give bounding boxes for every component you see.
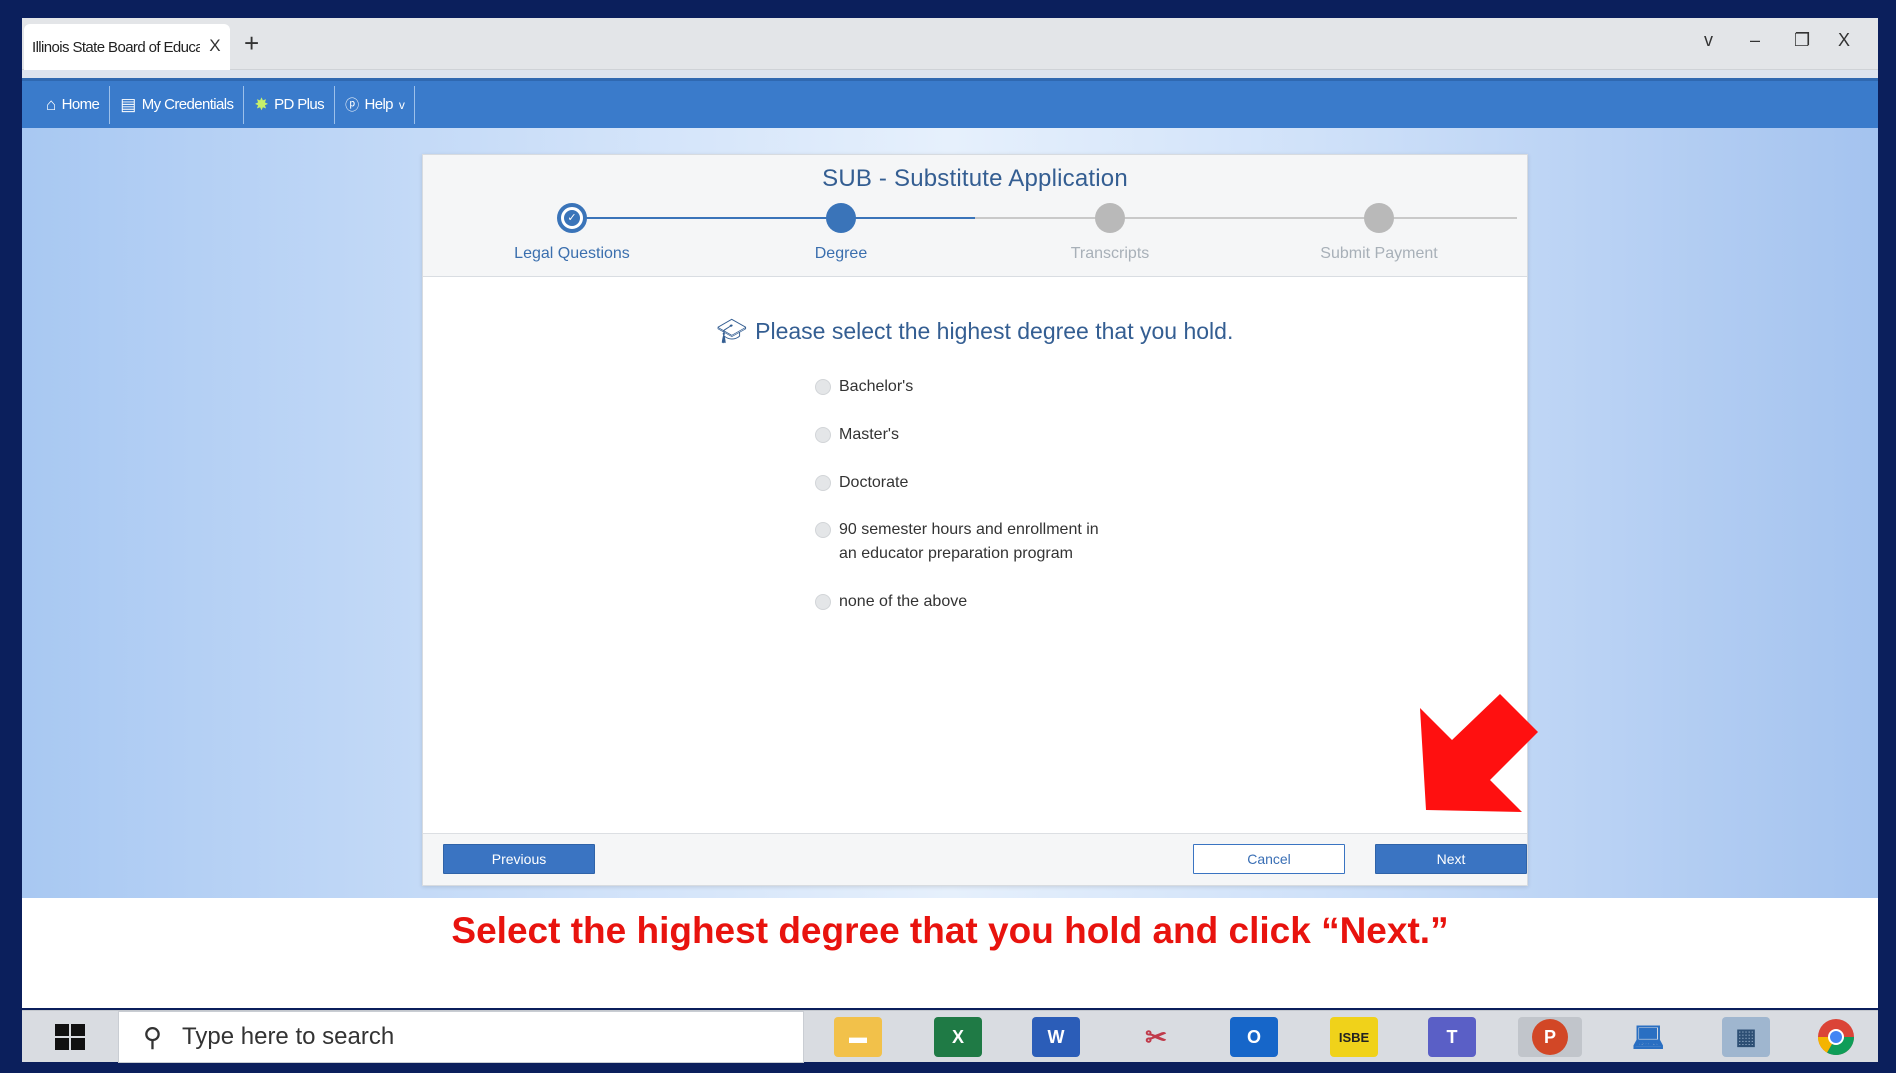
browser-tab[interactable]: Illinois State Board of Education X [24, 24, 230, 70]
step-dot-legal-questions[interactable]: ✓ [557, 203, 587, 233]
option-bachelors[interactable]: Bachelor's [815, 375, 913, 399]
stepper-line-pending [975, 217, 1517, 219]
nav-pd-plus[interactable]: ✸ PD Plus [244, 85, 336, 124]
application-title: SUB - Substitute Application [822, 165, 1128, 192]
help-icon: ⓟ [345, 96, 359, 113]
nav-my-credentials-label: My Credentials [141, 96, 234, 113]
minimize-icon[interactable]: – [1750, 30, 1760, 51]
option-none[interactable]: none of the above [815, 590, 1015, 614]
windows-taskbar: ⚲ Type here to search ▬ X W ✂ O ISBE T P… [22, 1010, 1878, 1063]
restore-icon[interactable]: ❐ [1794, 30, 1810, 51]
radio-masters[interactable] [815, 427, 831, 443]
question-text: Please select the highest degree that yo… [755, 318, 1234, 344]
tab-title: Illinois State Board of Education [32, 38, 200, 56]
nav-my-credentials[interactable]: ▤ My Credentials [110, 85, 245, 124]
file-explorer-icon[interactable]: ▬ [834, 1017, 882, 1057]
browser-tabbar: Illinois State Board of Education X + v … [22, 18, 1878, 70]
application-card: SUB - Substitute Application ✓ Legal Que… [422, 154, 1528, 886]
chrome-logo-icon [1818, 1019, 1854, 1056]
check-icon: ✓ [564, 210, 580, 226]
teams-icon[interactable]: T [1428, 1017, 1476, 1057]
red-arrow-icon [1420, 694, 1538, 812]
laptop-icon[interactable]: 💻︎ [1624, 1017, 1672, 1057]
step-dot-submit-payment [1364, 203, 1394, 233]
nav-pd-plus-label: PD Plus [274, 96, 325, 113]
step-label-legal-questions[interactable]: Legal Questions [472, 245, 672, 263]
card-header: SUB - Substitute Application ✓ Legal Que… [423, 155, 1527, 277]
option-none-label: none of the above [839, 593, 968, 610]
nav-help-label: Help [364, 96, 393, 113]
nav-home[interactable]: ⌂ Home [36, 85, 111, 124]
step-dot-degree[interactable] [826, 203, 856, 233]
slide-frame: Illinois State Board of Education X + v … [22, 18, 1878, 1008]
radio-90-hours[interactable] [815, 522, 831, 538]
chevron-down-icon: v [398, 97, 405, 112]
excel-icon[interactable]: X [934, 1017, 982, 1057]
previous-button[interactable]: Previous [443, 844, 595, 874]
option-doctorate-label: Doctorate [839, 474, 909, 491]
taskbar-search-box[interactable]: ⚲ Type here to search [118, 1011, 804, 1063]
credentials-icon: ▤ [120, 94, 136, 114]
card-footer: Previous Cancel Next [423, 833, 1527, 885]
option-90-hours-line-2: an educator preparation program [839, 545, 1073, 562]
calculator-icon[interactable]: ▦ [1722, 1017, 1770, 1057]
degree-question: 🎓︎ Please select the highest degree that … [423, 317, 1527, 346]
radio-doctorate[interactable] [815, 475, 831, 491]
cancel-button[interactable]: Cancel [1193, 844, 1345, 874]
progress-stepper: ✓ Legal Questions Degree Transcripts Sub… [423, 203, 1527, 273]
option-masters[interactable]: Master's [815, 423, 899, 447]
radio-bachelors[interactable] [815, 379, 831, 395]
radio-none[interactable] [815, 594, 831, 610]
tab-search-icon[interactable]: v [1704, 30, 1713, 51]
nav-accent-bar [22, 70, 1878, 78]
new-tab-icon[interactable]: + [244, 28, 259, 59]
snipping-tool-icon[interactable]: ✂ [1132, 1017, 1180, 1057]
site-navbar: ⌂ Home ▤ My Credentials ✸ PD Plus ⓟ Help… [22, 78, 1878, 128]
lightbulb-icon: ✸ [254, 94, 269, 114]
outlook-icon[interactable]: O [1230, 1017, 1278, 1057]
nav-help[interactable]: ⓟ Help v [335, 85, 416, 124]
graduation-cap-icon: 🎓︎ [716, 318, 748, 345]
option-90-hours[interactable]: 90 semester hours and enrollment in an e… [815, 518, 1115, 566]
option-masters-label: Master's [839, 426, 899, 443]
taskbar-search-placeholder: Type here to search [182, 1023, 395, 1050]
isbe-label: ISBE [1338, 1029, 1370, 1045]
chrome-icon[interactable] [1812, 1017, 1860, 1057]
stepper-line-done [571, 217, 975, 219]
option-90-hours-line-1: 90 semester hours and enrollment in [839, 521, 1099, 538]
step-label-submit-payment: Submit Payment [1320, 245, 1438, 262]
option-bachelors-label: Bachelor's [839, 378, 914, 395]
step-label-transcripts: Transcripts [1070, 245, 1150, 262]
isbe-icon[interactable]: ISBE [1330, 1017, 1378, 1057]
option-doctorate[interactable]: Doctorate [815, 471, 908, 495]
search-icon: ⚲ [143, 1021, 163, 1052]
next-button[interactable]: Next [1375, 844, 1527, 874]
home-icon: ⌂ [46, 94, 56, 114]
step-dot-transcripts [1095, 203, 1125, 233]
close-window-icon[interactable]: X [1838, 30, 1850, 51]
step-label-degree[interactable]: Degree [741, 245, 941, 263]
close-tab-icon[interactable]: X [209, 36, 220, 56]
powerpoint-icon[interactable]: P [1518, 1017, 1582, 1057]
nav-home-label: Home [61, 96, 100, 113]
start-button[interactable] [22, 1011, 118, 1063]
instruction-text: Select the highest degree that you hold … [451, 910, 1449, 951]
windows-logo-icon [55, 1024, 85, 1050]
word-icon[interactable]: W [1032, 1017, 1080, 1057]
